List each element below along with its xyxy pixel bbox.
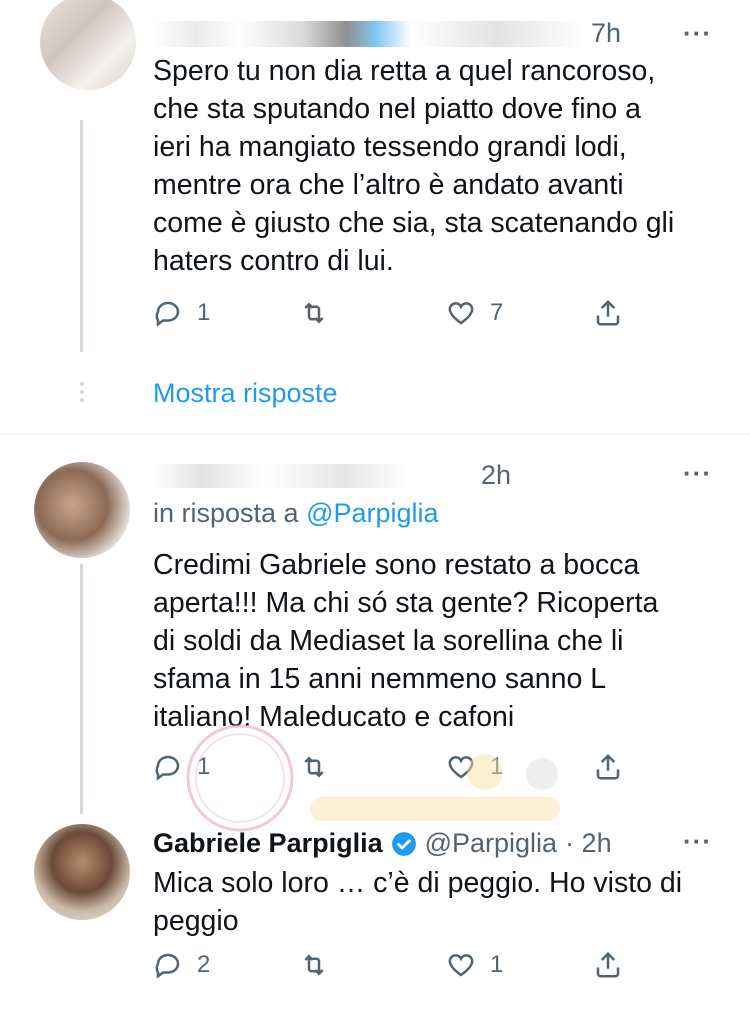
more-options-button[interactable]: ··· [683, 458, 712, 489]
tweet-actions: 2 1 [153, 950, 633, 990]
like-button[interactable]: 7 [446, 298, 503, 328]
tweet-1[interactable]: 7h ··· Spero tu non dia retta a quel ran… [0, 0, 750, 432]
share-icon [596, 299, 620, 326]
tweet-2[interactable]: 2h ··· in risposta a @Parpiglia Credimi … [0, 436, 750, 814]
share-button[interactable] [593, 298, 623, 328]
retweet-button[interactable] [299, 950, 343, 980]
like-count: 7 [490, 299, 504, 326]
tweet-text: Mica solo loro … c’è di peggio. Ho visto… [153, 867, 683, 937]
retweet-icon [304, 302, 324, 324]
tweet-header-obscured: 2h [153, 460, 511, 491]
retweet-button[interactable] [299, 752, 343, 782]
tweet-time: · 2h [565, 828, 612, 858]
like-icon [448, 954, 474, 977]
more-options-button[interactable]: ··· [683, 18, 712, 49]
like-count: 1 [490, 951, 504, 978]
tweet-3[interactable]: Gabriele Parpiglia @Parpiglia · 2h ··· M… [0, 814, 750, 1032]
tweet-time: 7h [591, 18, 622, 48]
tweet-header-obscured: 7h [153, 18, 621, 49]
divider [0, 434, 750, 435]
reply-button[interactable]: 1 [153, 298, 210, 328]
retweet-icon [304, 954, 324, 976]
avatar[interactable] [40, 0, 136, 90]
obscured-username [153, 20, 583, 47]
retweet-icon [304, 756, 324, 778]
reply-button[interactable]: 1 [153, 752, 210, 782]
avatar[interactable] [34, 462, 130, 558]
like-icon [448, 756, 474, 779]
tweet-text: Spero tu non dia retta a quel rancoroso,… [153, 55, 675, 277]
reply-context: in risposta a @Parpiglia [153, 498, 439, 529]
thread-line [80, 120, 83, 352]
reply-count: 1 [197, 753, 211, 780]
reply-button[interactable]: 2 [153, 950, 210, 980]
tweet-text: Credimi Gabriele sono restato a bocca ap… [153, 549, 659, 733]
reply-icon [155, 301, 180, 327]
like-count: 1 [490, 753, 504, 780]
obscured-username [153, 463, 473, 488]
reply-count: 1 [197, 299, 211, 326]
reply-icon [155, 953, 180, 979]
tweet-actions: 1 7 [153, 298, 633, 338]
more-options-button[interactable]: ··· [683, 826, 712, 857]
share-button[interactable] [593, 752, 623, 782]
thread-line [80, 564, 83, 814]
like-button[interactable]: 1 [446, 950, 503, 980]
reply-count: 2 [197, 951, 211, 978]
tweet-time: 2h [481, 460, 512, 490]
reply-to-handle-link[interactable]: @Parpiglia [306, 498, 438, 528]
retweet-button[interactable] [299, 298, 343, 328]
share-button[interactable] [593, 950, 623, 980]
thread-dots [80, 382, 84, 406]
reply-to-prefix: in risposta a [153, 498, 299, 528]
verified-badge-icon [391, 831, 416, 856]
share-icon [596, 951, 620, 978]
reply-icon [155, 755, 180, 781]
display-name[interactable]: Gabriele Parpiglia [153, 828, 383, 859]
show-replies-link[interactable]: Mostra risposte [153, 378, 338, 409]
like-icon [448, 302, 474, 325]
avatar[interactable] [34, 824, 130, 920]
tweet-actions: 1 1 [153, 752, 633, 792]
tweet-header: Gabriele Parpiglia @Parpiglia · 2h [153, 828, 612, 859]
share-icon [596, 753, 620, 780]
like-button[interactable]: 1 [446, 752, 503, 782]
handle[interactable]: @Parpiglia [425, 828, 557, 859]
